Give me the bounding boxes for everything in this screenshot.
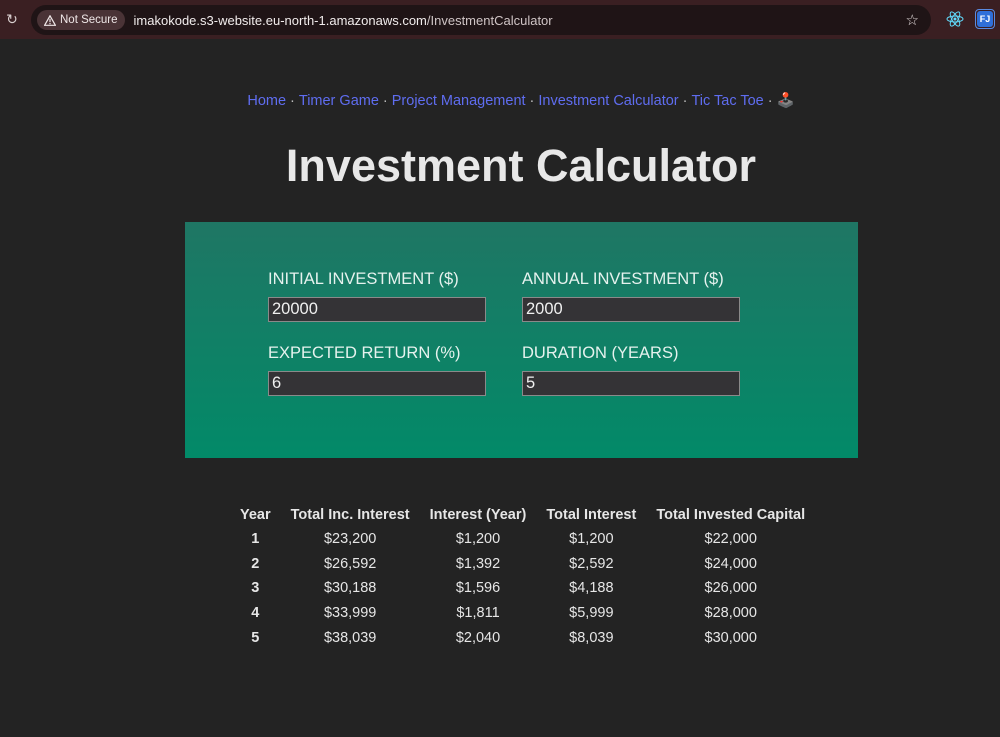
- cell-year: 2: [251, 555, 260, 572]
- page-title: Investment Calculator: [285, 140, 757, 191]
- cell-total-interest: $8,039: [569, 629, 614, 646]
- cell-total-invested-capital: $24,000: [704, 555, 757, 572]
- fj-extension-icon[interactable]: FJ: [977, 11, 993, 27]
- results-table: Year Total Inc. Interest Interest (Year)…: [230, 503, 815, 650]
- nav-separator: ·: [682, 93, 688, 109]
- url-host: imakokode.s3-website.eu-north-1.amazonaw…: [133, 12, 427, 28]
- nav-link-investment-calculator[interactable]: Investment Calculator: [538, 93, 678, 109]
- cell-year: 1: [251, 531, 260, 548]
- warning-icon: [44, 14, 56, 26]
- cell-total-invested-capital: $22,000: [704, 531, 757, 548]
- header-total-invested-capital: Total Invested Capital: [656, 507, 806, 523]
- bookmark-star-icon[interactable]: ☆: [906, 11, 919, 29]
- cell-total-inc-interest: $33,999: [323, 605, 377, 622]
- cell-total-invested-capital: $26,000: [704, 580, 757, 597]
- header-year: Year: [240, 507, 271, 523]
- header-interest-year: Interest (Year): [429, 507, 527, 523]
- nav-separator: ·: [529, 93, 535, 109]
- cell-year: 5: [251, 629, 260, 646]
- table-row: 2 $26,592 $1,392 $2,592 $24,000: [230, 552, 815, 577]
- reload-icon[interactable]: ↻: [3, 11, 21, 28]
- react-devtools-icon[interactable]: [946, 10, 964, 33]
- duration-group: DURATION (YEARS): [522, 344, 740, 396]
- initial-investment-group: INITIAL INVESTMENT ($): [268, 270, 486, 322]
- annual-investment-group: ANNUAL INVESTMENT ($): [522, 270, 740, 322]
- joystick-icon[interactable]: 🕹️: [777, 93, 795, 109]
- cell-interest-year: $1,596: [455, 580, 501, 597]
- nav-link-project-management[interactable]: Project Management: [392, 93, 526, 109]
- table-header-row: Year Total Inc. Interest Interest (Year)…: [230, 503, 815, 527]
- cell-interest-year: $1,811: [456, 605, 500, 622]
- table-row: 3 $30,188 $1,596 $4,188 $26,000: [230, 576, 815, 601]
- header-total-inc-interest: Total Inc. Interest: [290, 507, 410, 523]
- security-indicator[interactable]: Not Secure: [37, 10, 125, 30]
- url-path: /InvestmentCalculator: [426, 12, 553, 28]
- cell-total-inc-interest: $23,200: [323, 531, 377, 548]
- annual-investment-label: ANNUAL INVESTMENT ($): [522, 270, 724, 288]
- cell-interest-year: $2,040: [455, 629, 501, 646]
- table-row: 1 $23,200 $1,200 $1,200 $22,000: [230, 527, 815, 552]
- nav-link-home[interactable]: Home: [247, 93, 286, 109]
- cell-interest-year: $1,200: [455, 531, 501, 548]
- initial-investment-label: INITIAL INVESTMENT ($): [268, 270, 459, 288]
- address-bar[interactable]: Not Secure imakokode.s3-website.eu-north…: [31, 5, 931, 35]
- nav-separator: ·: [290, 93, 295, 109]
- expected-return-input[interactable]: [268, 371, 486, 396]
- header-total-interest: Total Interest: [546, 507, 637, 523]
- duration-input[interactable]: [522, 371, 740, 396]
- expected-return-label: EXPECTED RETURN (%): [268, 344, 461, 362]
- browser-toolbar: ↻ Not Secure imakokode.s3-website.eu-nor…: [0, 0, 1000, 39]
- annual-investment-input[interactable]: [522, 297, 740, 322]
- security-label: Not Secure: [60, 14, 118, 26]
- nav-link-tic-tac-toe[interactable]: Tic Tac Toe: [691, 93, 763, 109]
- cell-interest-year: $1,392: [455, 555, 501, 572]
- cell-total-interest: $2,592: [569, 555, 614, 572]
- cell-year: 4: [251, 605, 260, 622]
- table-row: 5 $38,039 $2,040 $8,039 $30,000: [230, 625, 815, 650]
- table-row: 4 $33,999 $1,811 $5,999 $28,000: [230, 601, 815, 626]
- duration-label: DURATION (YEARS): [522, 344, 679, 362]
- expected-return-group: EXPECTED RETURN (%): [268, 344, 486, 396]
- nav-separator: ·: [382, 93, 388, 109]
- cell-total-interest: $4,188: [569, 580, 614, 597]
- cell-total-inc-interest: $26,592: [323, 555, 377, 572]
- cell-total-inc-interest: $30,188: [323, 580, 377, 597]
- site-nav: Home · Timer Game · Project Management · Inves…: [0, 92, 1000, 109]
- url-text[interactable]: imakokode.s3-website.eu-north-1.amazonaw…: [134, 13, 553, 28]
- input-panel: INITIAL INVESTMENT ($) ANNUAL INVESTMENT…: [185, 222, 858, 458]
- initial-investment-input[interactable]: [268, 297, 486, 322]
- nav-separator: ·: [767, 93, 773, 109]
- cell-total-interest: $5,999: [569, 605, 614, 622]
- cell-total-invested-capital: $30,000: [704, 629, 757, 646]
- cell-total-inc-interest: $38,039: [323, 629, 377, 646]
- cell-total-invested-capital: $28,000: [704, 605, 757, 622]
- cell-total-interest: $1,200: [569, 531, 614, 548]
- nav-link-timer-game[interactable]: Timer Game: [299, 93, 379, 109]
- cell-year: 3: [251, 580, 260, 597]
